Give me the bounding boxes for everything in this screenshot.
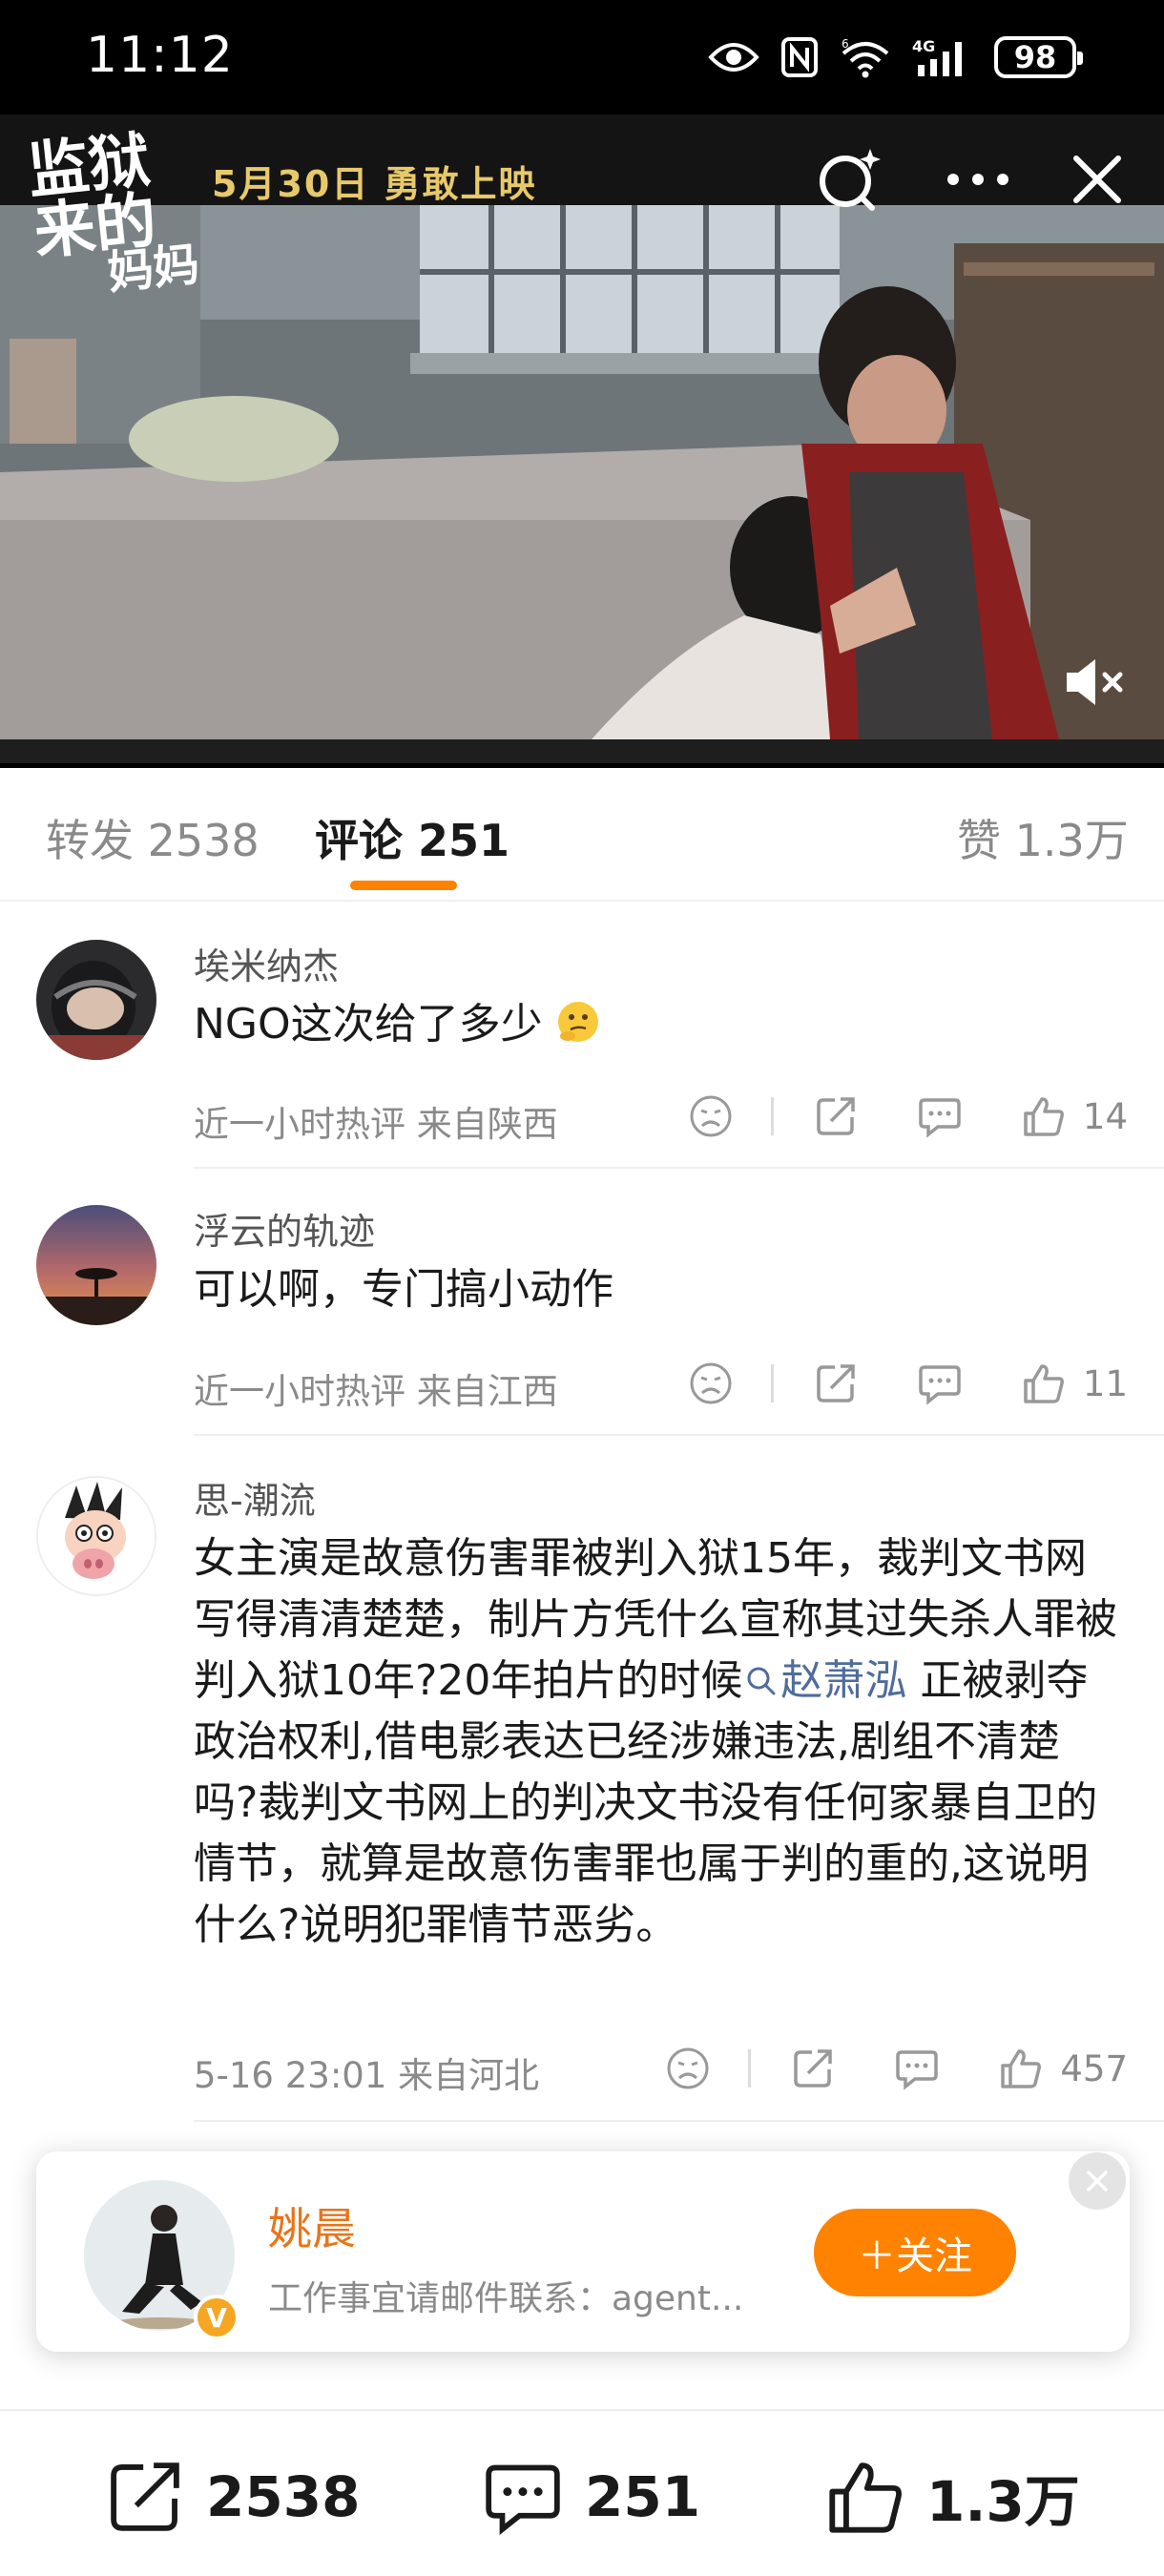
comment-actions: 14 — [689, 1088, 1128, 1145]
separator — [194, 2120, 1164, 2122]
comment-item: 思-潮流 女主演是故意伤害罪被判入狱15年，裁判文书网写得清清楚楚，制片方凭什么… — [0, 1436, 1164, 2123]
share-icon — [817, 1097, 855, 1135]
dislike-button[interactable] — [689, 1361, 733, 1405]
like-button[interactable] — [1022, 1094, 1066, 1138]
thumbs-up-icon — [1024, 1364, 1064, 1403]
eye-icon — [708, 43, 759, 72]
share-icon — [111, 2462, 179, 2531]
like-count: 11 — [1082, 1362, 1128, 1404]
thumbs-up-icon — [1001, 2049, 1042, 2088]
thinking-emoji-icon — [557, 1002, 598, 1042]
verified-badge: V — [194, 2295, 239, 2340]
like-total: 1.3万 — [926, 2469, 1080, 2534]
follow-card-description: 工作事宜请邮件联系：agent... — [268, 2279, 744, 2318]
comment-item: 浮云的轨迹 可以啊，专门搞小动作 近一小时热评 来自江西 11 — [0, 1169, 1164, 1436]
battery-indicator: 98 — [994, 36, 1083, 78]
comment-meta: 5-16 23:01 来自河北 — [194, 2055, 540, 2096]
comment-meta: 近一小时热评 来自江西 — [194, 1371, 558, 1412]
comment-icon — [919, 1365, 961, 1405]
like-button[interactable] — [1022, 1361, 1066, 1405]
share-icon — [794, 2049, 833, 2088]
svg-text:4G: 4G — [912, 37, 935, 55]
comment-icon — [896, 2050, 939, 2090]
close-icon — [1073, 156, 1121, 203]
comment-icon — [919, 1098, 961, 1138]
dislike-button[interactable] — [666, 2046, 710, 2090]
like-count: 14 — [1082, 1095, 1128, 1137]
nfc-icon — [781, 37, 818, 77]
signal-icon: 4G — [912, 37, 962, 76]
premiere-text: 5月30日 勇敢上映 — [212, 163, 537, 205]
avatar[interactable] — [36, 1205, 156, 1325]
comment-text: NGO这次给了多少 — [194, 994, 1124, 1055]
wifi-icon: 6 — [842, 37, 889, 78]
search-icon — [747, 1667, 776, 1695]
content-tabs: 转发 2538 评论 251 赞 1.3万 — [0, 768, 1164, 902]
tab-repost[interactable]: 转发 2538 — [46, 806, 260, 869]
repost-action[interactable]: 2538 — [105, 2457, 360, 2537]
like-count: 457 — [1060, 2047, 1128, 2089]
video-header: 11:12 6 4G 98 监狱来的 妈妈 5月30日 勇敢上映 — [0, 0, 1164, 768]
reply-button[interactable] — [917, 1094, 963, 1138]
more-icon — [947, 174, 1008, 185]
divider — [748, 2049, 752, 2088]
sad-face-icon — [667, 2047, 709, 2089]
comment-count: 251 — [585, 2464, 701, 2529]
close-icon — [1087, 2171, 1108, 2192]
comment-text: 可以啊，专门搞小动作 — [194, 1265, 613, 1314]
mute-icon — [1067, 659, 1123, 705]
like-button[interactable] — [999, 2046, 1043, 2090]
sad-face-icon — [690, 1362, 732, 1404]
comment-text: 女主演是故意伤害罪被判入狱15年，裁判文书网写得清清楚楚，制片方凭什么宣称其过失… — [194, 1534, 1117, 1949]
repost-count: 2538 — [206, 2464, 361, 2529]
avatar[interactable] — [36, 1476, 156, 1596]
share-button[interactable] — [791, 2046, 835, 2090]
topic-link[interactable]: 赵萧泓 — [742, 1656, 906, 1705]
more-button[interactable] — [940, 141, 1016, 218]
svg-text:6: 6 — [842, 37, 849, 51]
reply-button[interactable] — [917, 1361, 963, 1405]
follow-card-close-button[interactable] — [1069, 2152, 1126, 2210]
comment-actions: 457 — [666, 2040, 1128, 2097]
status-bar: 11:12 6 4G 98 — [0, 0, 1164, 114]
comment-item: 埃米纳杰 NGO这次给了多少 近一小时热评 来自陕西 14 — [0, 902, 1164, 1169]
mute-button[interactable] — [1061, 654, 1128, 711]
comment-actions: 11 — [689, 1355, 1128, 1412]
tab-likes[interactable]: 赞 1.3万 — [957, 806, 1129, 869]
comment-author[interactable]: 埃米纳杰 — [194, 937, 339, 989]
thumbs-up-icon — [829, 2462, 902, 2533]
comment-author[interactable]: 思-潮流 — [194, 1471, 316, 1524]
follow-button[interactable]: ＋关注 — [814, 2209, 1016, 2296]
share-icon — [817, 1364, 855, 1402]
comment-icon — [486, 2464, 560, 2536]
bottom-action-bar: 2538 251 1.3万 — [0, 2409, 1164, 2576]
divider — [770, 1097, 774, 1135]
sad-face-icon — [690, 1095, 732, 1137]
thumbs-up-icon — [1024, 1097, 1064, 1136]
active-tab-indicator — [350, 881, 457, 890]
search-button[interactable] — [811, 141, 887, 218]
comment-action[interactable]: 251 — [482, 2457, 700, 2537]
dislike-button[interactable] — [689, 1094, 733, 1138]
tab-comments[interactable]: 评论 251 — [315, 806, 509, 869]
avatar[interactable] — [36, 940, 156, 1060]
video-overlay-bar: 监狱来的 妈妈 5月30日 勇敢上映 — [0, 114, 1164, 301]
divider — [770, 1364, 774, 1402]
comment-meta: 近一小时热评 来自陕西 — [194, 1104, 558, 1145]
movie-logo: 监狱来的 妈妈 — [24, 123, 202, 301]
comment-author[interactable]: 浮云的轨迹 — [194, 1202, 375, 1255]
close-button[interactable] — [1059, 141, 1135, 218]
status-icons: 6 4G 98 — [708, 31, 1083, 84]
like-action[interactable]: 1.3万 — [825, 2457, 1080, 2537]
share-button[interactable] — [814, 1094, 858, 1138]
reply-button[interactable] — [894, 2046, 940, 2090]
video-player[interactable]: 监狱来的 妈妈 5月30日 勇敢上映 — [0, 114, 1164, 763]
follow-card: V 姚晨 工作事宜请邮件联系：agent... ＋关注 — [36, 2151, 1130, 2352]
share-button[interactable] — [814, 1361, 858, 1405]
status-time: 11:12 — [86, 27, 234, 84]
search-icon — [820, 149, 881, 211]
follow-card-name[interactable]: 姚晨 — [268, 2194, 356, 2257]
